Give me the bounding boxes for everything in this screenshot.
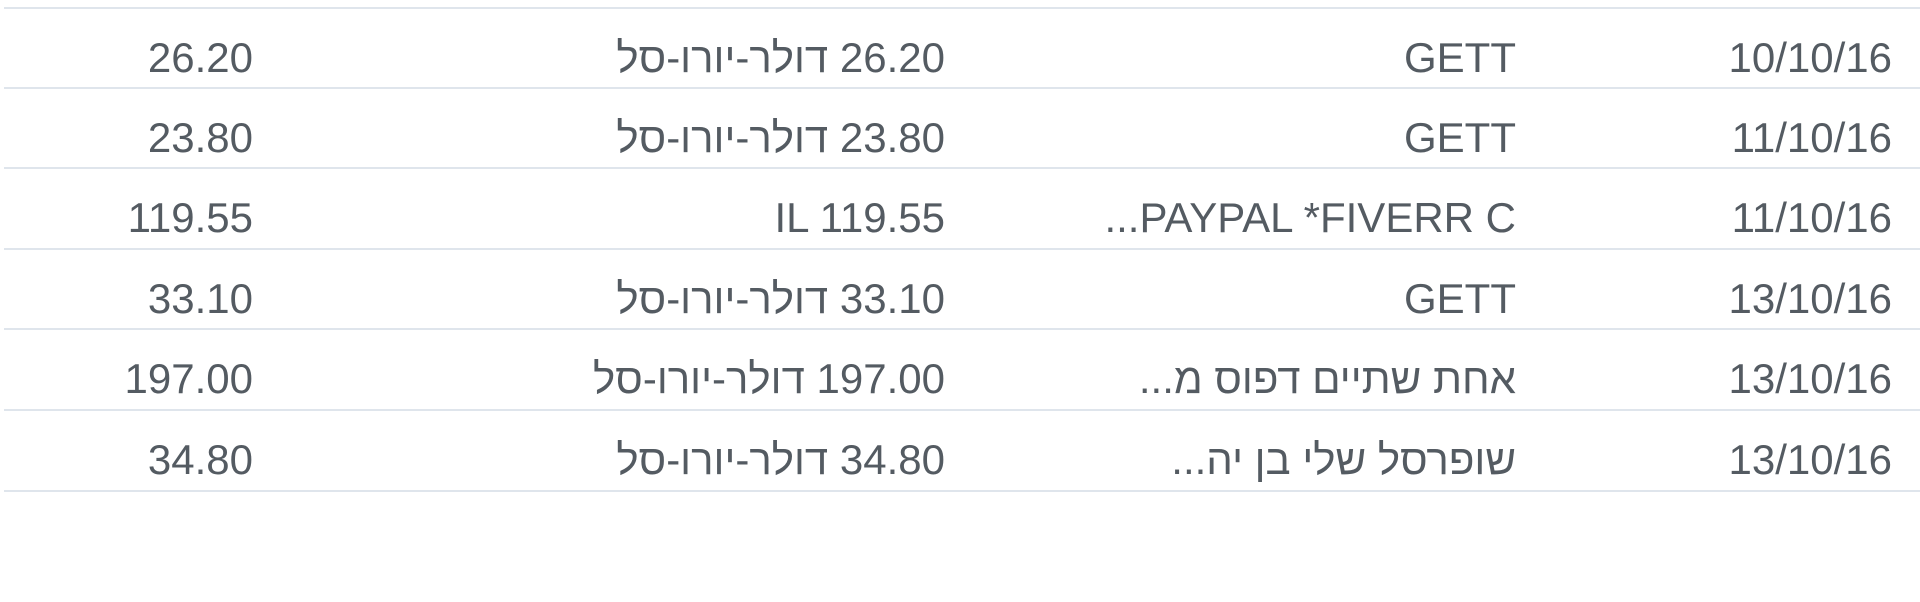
transaction-date: 10/10/16: [1728, 33, 1893, 81]
transaction-date: 11/10/16: [1731, 113, 1892, 161]
transaction-date: 13/10/16: [1728, 435, 1893, 483]
original-amount: 197.00 דולר-יורו-סל: [593, 354, 945, 402]
merchant-name: ...PAYPAL *FIVERR C: [1104, 193, 1516, 241]
merchant-name: אחת שתיים דפוס מ...: [1138, 354, 1516, 402]
original-amount: 23.80 דולר-יורו-סל: [616, 113, 945, 161]
row-divider: [4, 490, 1920, 492]
original-amount: IL 119.55: [774, 193, 945, 241]
charged-amount: 197.00: [124, 354, 253, 402]
transactions-table: 26.20 26.20 דולר-יורו-סל GETT 10/10/16 2…: [0, 0, 1920, 602]
merchant-name: GETT: [1404, 33, 1516, 81]
merchant-name: GETT: [1404, 274, 1516, 322]
charged-amount: 119.55: [127, 193, 253, 241]
charged-amount: 23.80: [147, 113, 253, 161]
merchant-name: שופרסל שלי בן יה...: [1171, 435, 1516, 483]
original-amount: 34.80 דולר-יורו-סל: [616, 435, 945, 483]
charged-amount: 33.10: [147, 274, 253, 322]
charged-amount: 26.20: [147, 33, 253, 81]
transaction-date: 13/10/16: [1728, 354, 1893, 402]
original-amount: 33.10 דולר-יורו-סל: [616, 274, 945, 322]
transaction-date: 11/10/16: [1731, 193, 1892, 241]
merchant-name: GETT: [1404, 113, 1516, 161]
original-amount: 26.20 דולר-יורו-סל: [616, 33, 945, 81]
table-row[interactable]: 34.80 34.80 דולר-יורו-סל שופרסל שלי בן י…: [0, 410, 1920, 509]
charged-amount: 34.80: [147, 435, 253, 483]
transaction-date: 13/10/16: [1728, 274, 1893, 322]
